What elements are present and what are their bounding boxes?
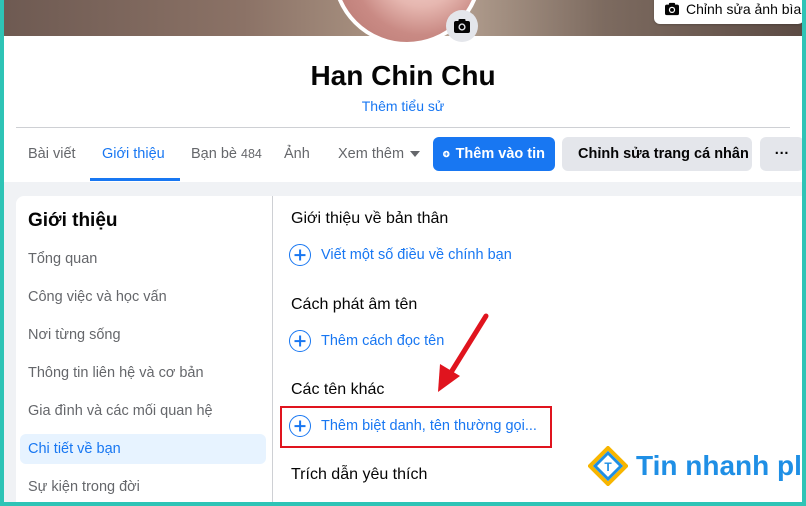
about-sidebar-title: Giới thiệu [28,210,118,231]
more-dots-icon: ··· [774,146,790,162]
add-to-story-label: Thêm vào tin [455,146,545,162]
tin-nhanh-plus-logo-icon: T [588,446,628,486]
tab-friends-label: Bạn bè [191,146,237,162]
annotation-arrow-icon [438,313,489,392]
update-avatar-button[interactable] [446,10,478,42]
sidebar-item-overview[interactable]: Tổng quan [20,244,266,274]
edit-profile-label: Chỉnh sửa trang cá nhân [578,146,749,162]
sidebar-item-contact-basic-info[interactable]: Thông tin liên hệ và cơ bản [20,358,266,388]
section-title-name-pronunciation: Cách phát âm tên [291,296,418,313]
write-about-yourself-button[interactable]: Viết một số điều về chính bạn [289,244,512,266]
highlight-box [280,406,552,448]
tab-friends[interactable]: Bạn bè 484 [191,146,262,162]
add-bio-link[interactable]: Thêm tiểu sử [4,98,802,114]
edit-cover-label: Chỉnh sửa ảnh bìa [686,1,802,17]
write-about-yourself-label: Viết một số điều về chính bạn [321,247,512,263]
facebook-profile-page: Chỉnh sửa ảnh bìa Han Chin Chu Thêm tiểu… [4,0,802,502]
friends-count: 484 [241,147,262,161]
sidebar-item-work-education[interactable]: Công việc và học vấn [20,282,266,312]
tab-about[interactable]: Giới thiệu [102,146,165,162]
profile-header: Chỉnh sửa ảnh bìa Han Chin Chu Thêm tiểu… [4,0,802,182]
sidebar-item-family-relationships[interactable]: Gia đình và các mối quan hệ [20,396,266,426]
active-tab-indicator [90,178,180,181]
more-options-button[interactable]: ··· [760,137,802,171]
plus-circle-icon [443,150,450,158]
edit-cover-button[interactable]: Chỉnh sửa ảnh bìa [654,0,802,24]
brand-watermark: T Tin nhanh plus [588,446,802,486]
caret-down-icon [410,151,421,158]
tab-more[interactable]: Xem thêm [338,146,421,162]
section-title-favorite-quotes: Trích dẫn yêu thích [291,466,428,483]
sidebar-item-life-events[interactable]: Sự kiện trong đời [20,472,266,502]
camera-icon [665,2,679,16]
add-name-pronunciation-label: Thêm cách đọc tên [321,333,445,349]
section-title-about-you: Giới thiệu về bản thân [291,210,449,227]
brand-text: Tin nhanh plus [636,450,802,481]
edit-profile-button[interactable]: Chỉnh sửa trang cá nhân [562,137,752,171]
tab-more-label: Xem thêm [338,146,405,162]
profile-name: Han Chin Chu [310,60,496,91]
add-to-story-button[interactable]: Thêm vào tin [433,137,555,171]
about-sidebar: Giới thiệu Tổng quan Công việc và học vấ… [16,196,272,502]
tab-posts[interactable]: Bài viết [28,146,76,162]
add-name-pronunciation-button[interactable]: Thêm cách đọc tên [289,330,444,352]
tab-photos[interactable]: Ảnh [284,146,310,162]
section-title-other-names: Các tên khác [291,381,385,398]
sidebar-item-details-about-you[interactable]: Chi tiết về bạn [20,434,266,464]
camera-icon [454,19,470,33]
logo-letter: T [604,460,612,474]
sidebar-item-places-lived[interactable]: Nơi từng sống [20,320,266,350]
plus-circle-icon [289,330,311,352]
header-divider [16,127,790,128]
plus-circle-icon [289,244,311,266]
